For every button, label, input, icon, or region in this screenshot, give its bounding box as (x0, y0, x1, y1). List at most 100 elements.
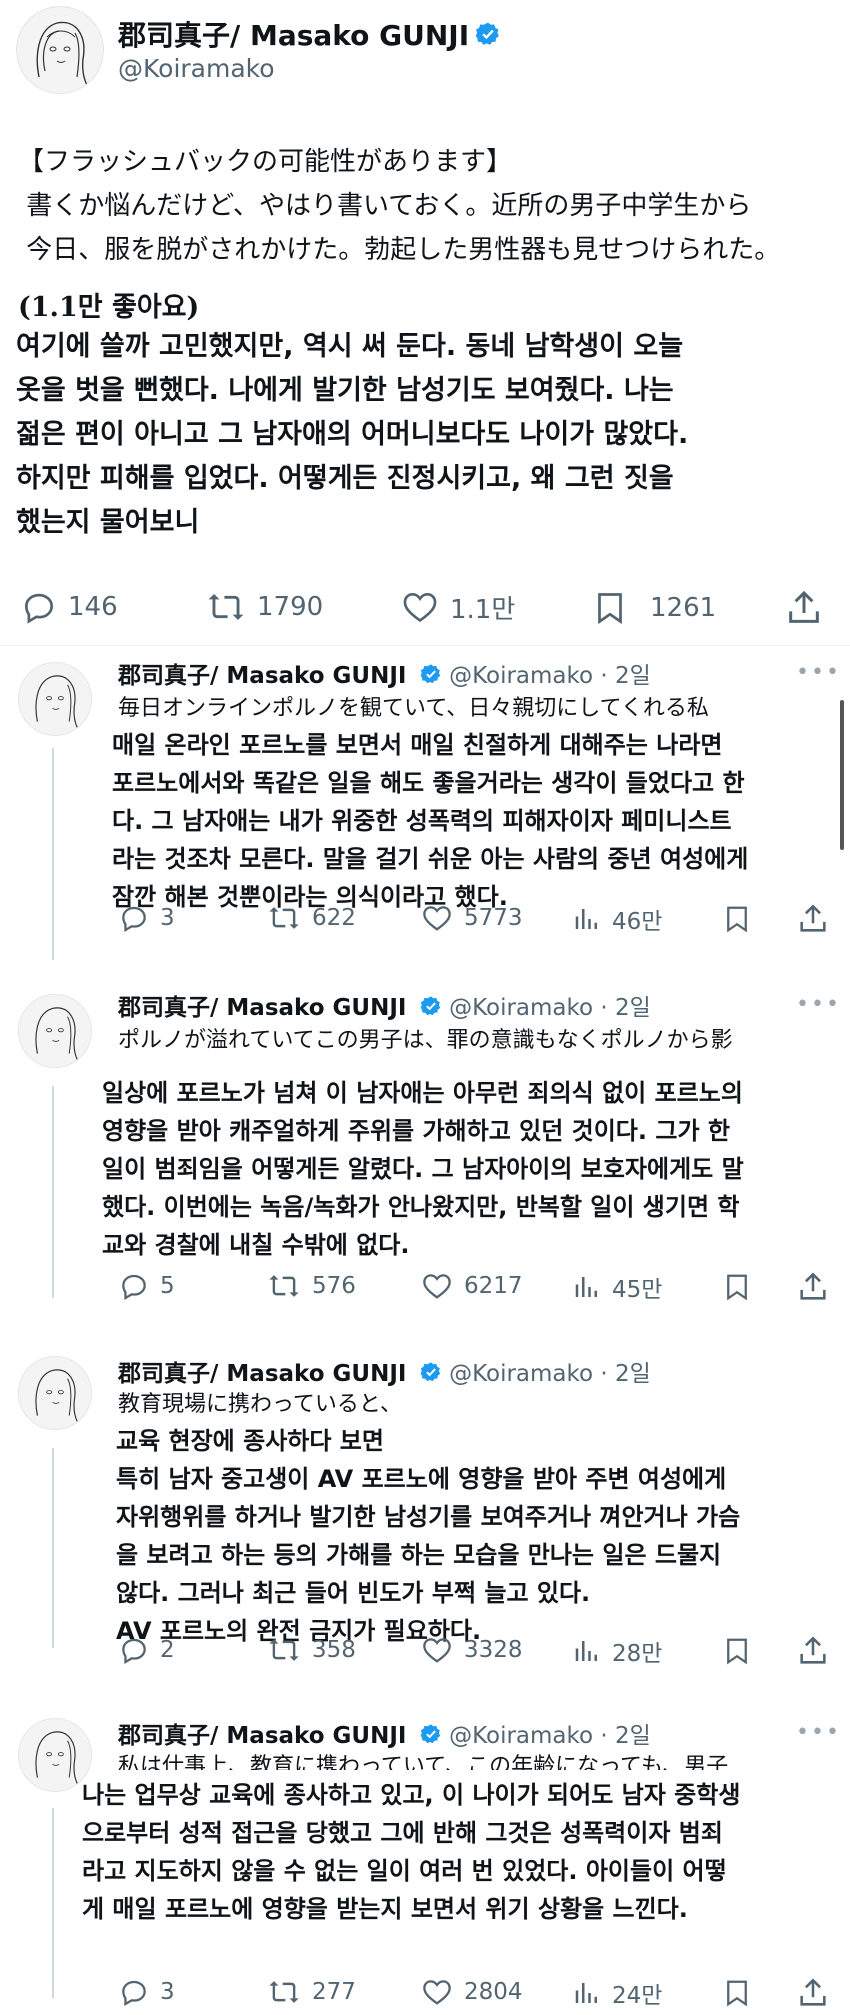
bookmark-icon (722, 1270, 752, 1304)
retweet-button[interactable]: 1790 (205, 588, 323, 626)
like-count: 1.1만 (450, 594, 516, 625)
reply-icon (118, 1270, 150, 1302)
bookmark-icon (722, 1634, 752, 1668)
views-count: 45만 (612, 1277, 663, 1303)
reply-button[interactable]: 3 (118, 1976, 175, 2008)
retweet-button[interactable]: 358 (266, 1634, 356, 1666)
bookmark-button[interactable] (722, 1634, 752, 1668)
more-icon[interactable]: ••• (796, 992, 841, 1017)
verified-badge-icon (420, 1361, 442, 1389)
reply-text-japanese: 毎日オンラインポルノを観ていて、日々親切にしてくれる私 (118, 696, 709, 721)
retweet-count: 358 (312, 1637, 356, 1663)
scrollbar[interactable] (840, 700, 844, 850)
timestamp[interactable]: · 2일 (600, 995, 650, 1021)
timestamp[interactable]: · 2일 (600, 663, 650, 689)
like-count: 3328 (464, 1637, 523, 1663)
bookmark-icon (592, 588, 628, 628)
author-name-text[interactable]: 郡司真子/ Masako GUNJI (118, 1723, 406, 1749)
views-count: 28만 (612, 1641, 663, 1667)
reply-header: 郡司真子/ Masako GUNJI @Koiramako · 2일 (118, 1354, 651, 1389)
retweet-button[interactable]: 622 (266, 902, 356, 934)
verified-badge-icon (475, 21, 501, 54)
bookmark-button[interactable] (722, 902, 752, 936)
share-button[interactable] (796, 1270, 830, 1304)
reply-header: 郡司真子/ Masako GUNJI @Koiramako · 2일 (118, 988, 651, 1023)
bookmark-icon (722, 1976, 752, 2010)
verified-badge-icon (420, 663, 442, 691)
views-button[interactable]: 46만 (572, 902, 662, 936)
like-button[interactable]: 5773 (420, 902, 523, 934)
avatar[interactable] (18, 662, 92, 736)
reply-count: 5 (160, 1273, 175, 1299)
reply-icon (20, 588, 58, 626)
like-icon (420, 1634, 454, 1666)
share-button[interactable] (796, 1976, 830, 2010)
share-button[interactable] (796, 902, 830, 936)
views-button[interactable]: 24만 (572, 1976, 662, 2010)
share-button[interactable] (796, 1634, 830, 1668)
reply-button[interactable]: 2 (118, 1634, 175, 1666)
verified-badge-icon (420, 995, 442, 1023)
author-handle[interactable]: @Koiramako (449, 663, 593, 689)
views-icon (572, 903, 602, 935)
share-icon (796, 902, 830, 936)
author-handle[interactable]: @Koiramako (449, 1361, 593, 1387)
more-icon[interactable]: ••• (796, 660, 841, 685)
avatar[interactable] (16, 6, 104, 94)
author-handle[interactable]: @Koiramako (449, 1723, 593, 1749)
avatar[interactable] (18, 1356, 92, 1430)
bookmark-button[interactable]: 1261 (592, 588, 716, 628)
reply-count: 3 (160, 1979, 175, 2005)
views-icon (572, 1977, 602, 2009)
timestamp[interactable]: · 2일 (600, 1361, 650, 1387)
views-count: 46만 (612, 909, 663, 935)
reply-icon (118, 1976, 150, 2008)
like-count: 6217 (464, 1273, 523, 1299)
author-handle[interactable]: @Koiramako (118, 54, 275, 83)
share-icon (796, 1976, 830, 2010)
like-count: 5773 (464, 905, 523, 931)
author-name-text[interactable]: 郡司真子/ Masako GUNJI (118, 663, 406, 689)
bookmark-button[interactable] (722, 1270, 752, 1304)
like-button[interactable]: 3328 (420, 1634, 523, 1666)
views-count: 24만 (612, 1983, 663, 2009)
like-icon (420, 902, 454, 934)
reply-button[interactable]: 5 (118, 1270, 175, 1302)
like-button[interactable]: 6217 (420, 1270, 523, 1302)
reply-text-korean: 나는 업무상 교육에 종사하고 있고, 이 나이가 되어도 남자 중학생 으로부… (82, 1781, 741, 1923)
retweet-count: 277 (312, 1979, 356, 2005)
retweet-count: 1790 (257, 592, 324, 622)
like-icon (400, 588, 440, 626)
author-name-text[interactable]: 郡司真子/ Masako GUNJI (118, 995, 406, 1021)
tweet-text-korean: 여기에 쓸까 고민했지만, 역시 써 둔다. 동네 남학생이 오늘 옷을 벗을 … (16, 331, 689, 538)
timestamp[interactable]: · 2일 (600, 1723, 650, 1749)
retweet-button[interactable]: 576 (266, 1270, 356, 1302)
reply-button[interactable]: 146 (20, 588, 118, 626)
retweet-icon (205, 588, 247, 626)
views-button[interactable]: 28만 (572, 1634, 662, 1668)
views-button[interactable]: 45만 (572, 1270, 662, 1304)
reply-button[interactable]: 3 (118, 902, 175, 934)
reply-text-korean: 교육 현장에 종사하다 보면 특히 남자 중고생이 AV 포르노에 영향을 받아… (116, 1427, 741, 1645)
reply-count: 3 (160, 905, 175, 931)
reply-count: 2 (160, 1637, 175, 1663)
author-name[interactable]: 郡司真子/ Masako GUNJI (118, 14, 501, 54)
like-button[interactable]: 1.1만 (400, 588, 515, 626)
author-handle[interactable]: @Koiramako (449, 995, 593, 1021)
reply-text-korean: 일상에 포르노가 넘쳐 이 남자애는 아무런 죄의식 없이 포르노의 영향을 받… (102, 1079, 744, 1259)
share-button[interactable] (784, 588, 824, 628)
more-icon[interactable]: ••• (796, 1720, 841, 1745)
retweet-icon (266, 1976, 302, 2008)
retweet-button[interactable]: 277 (266, 1976, 356, 2008)
bookmark-icon (722, 902, 752, 936)
reply-icon (118, 902, 150, 934)
retweet-icon (266, 1634, 302, 1666)
like-button[interactable]: 2804 (420, 1976, 523, 2008)
author-name-text[interactable]: 郡司真子/ Masako GUNJI (118, 1361, 406, 1387)
avatar[interactable] (18, 994, 92, 1068)
bookmark-button[interactable] (722, 1976, 752, 2010)
like-icon (420, 1976, 454, 2008)
avatar[interactable] (18, 1718, 92, 1792)
reply-header: 郡司真子/ Masako GUNJI @Koiramako · 2일 (118, 656, 651, 691)
author-name-text[interactable]: 郡司真子/ Masako GUNJI (118, 19, 469, 52)
